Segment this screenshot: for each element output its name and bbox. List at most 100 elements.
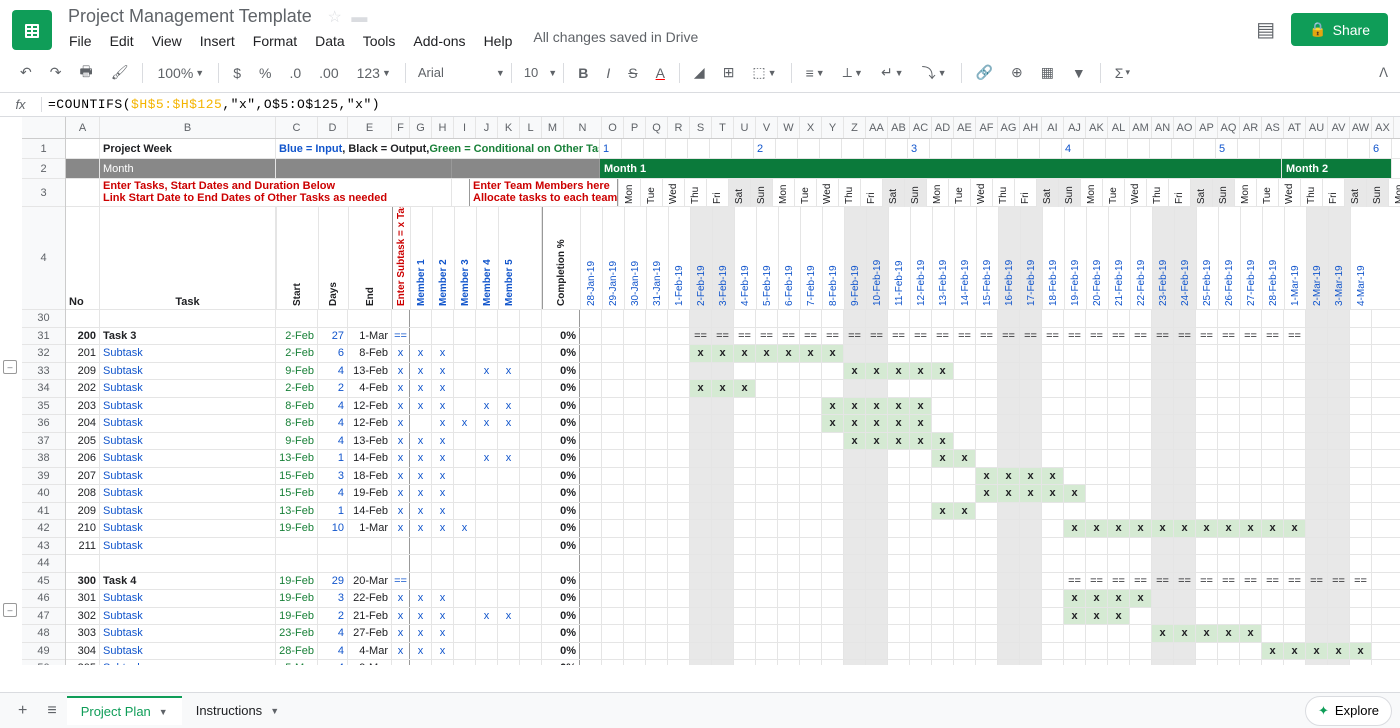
cell[interactable]: x [712, 380, 734, 397]
cell[interactable]: 6 [318, 345, 348, 362]
cell[interactable]: x [910, 363, 932, 380]
cell[interactable]: x [476, 363, 498, 380]
cell[interactable] [1306, 328, 1328, 345]
cell[interactable] [1262, 555, 1284, 572]
col-header[interactable]: V [756, 117, 778, 138]
cell[interactable] [1262, 468, 1284, 485]
cell[interactable] [734, 503, 756, 520]
cell[interactable] [800, 520, 822, 537]
cell[interactable] [1328, 520, 1350, 537]
cell[interactable]: x [498, 415, 520, 432]
cell[interactable]: == [690, 328, 712, 345]
cell[interactable]: 22-Feb [348, 590, 392, 607]
cell[interactable] [1196, 380, 1218, 397]
cell[interactable] [1174, 643, 1196, 660]
cell[interactable]: x [690, 380, 712, 397]
cell[interactable] [646, 398, 668, 415]
cell[interactable] [668, 328, 690, 345]
cell[interactable]: 16-Feb-19 [998, 207, 1020, 309]
cell[interactable] [1042, 643, 1064, 660]
cell[interactable] [1152, 660, 1174, 665]
cell[interactable]: 300 [66, 573, 100, 590]
cell[interactable]: 26-Feb-19 [1218, 207, 1240, 309]
cell[interactable]: 19-Feb-19 [1064, 207, 1086, 309]
cell[interactable]: == [1328, 573, 1350, 590]
cell[interactable]: No [66, 207, 100, 309]
cell[interactable]: 205 [66, 433, 100, 450]
cell[interactable]: Member 3 [454, 207, 476, 309]
cell[interactable]: == [1240, 573, 1262, 590]
cell[interactable] [756, 555, 778, 572]
cell[interactable] [498, 345, 520, 362]
cell[interactable] [1064, 433, 1086, 450]
cell[interactable] [542, 310, 580, 327]
cell[interactable]: Subtask [100, 520, 276, 537]
cell[interactable] [1042, 433, 1064, 450]
cell[interactable] [520, 608, 542, 625]
cell[interactable] [1350, 538, 1372, 555]
cell[interactable] [888, 520, 910, 537]
cell[interactable] [624, 538, 646, 555]
cell[interactable] [498, 380, 520, 397]
cell[interactable]: 208 [66, 485, 100, 502]
cell[interactable] [976, 450, 998, 467]
cell[interactable] [498, 660, 520, 665]
cell[interactable]: End [348, 207, 392, 309]
cell[interactable] [910, 345, 932, 362]
cell[interactable]: Tue [1256, 179, 1278, 207]
cell[interactable] [734, 415, 756, 432]
cell[interactable]: x [432, 345, 454, 362]
cell[interactable]: 27-Feb [348, 625, 392, 642]
cell[interactable] [888, 485, 910, 502]
cell[interactable] [520, 345, 542, 362]
cell[interactable]: Subtask [100, 643, 276, 660]
filter-button[interactable]: ▼ [1064, 59, 1094, 87]
cell[interactable] [800, 450, 822, 467]
cell[interactable] [66, 179, 100, 206]
cell[interactable]: x [392, 345, 410, 362]
col-header[interactable]: Y [822, 117, 844, 138]
cell[interactable] [454, 468, 476, 485]
cell[interactable] [520, 573, 542, 590]
cell[interactable] [734, 608, 756, 625]
cell[interactable] [1196, 555, 1218, 572]
cell[interactable] [1284, 468, 1306, 485]
col-header[interactable]: AD [932, 117, 954, 138]
cell[interactable] [646, 328, 668, 345]
cell[interactable] [1350, 310, 1372, 327]
cell[interactable] [1328, 625, 1350, 642]
cell[interactable]: == [1174, 573, 1196, 590]
cell[interactable]: 303 [66, 625, 100, 642]
cell[interactable]: Subtask [100, 433, 276, 450]
cell[interactable] [1306, 590, 1328, 607]
cell[interactable]: == [1086, 573, 1108, 590]
group-toggle[interactable]: – [3, 603, 17, 617]
cell[interactable] [756, 573, 778, 590]
cell[interactable] [842, 139, 864, 158]
cell[interactable]: 19-Feb [348, 485, 392, 502]
cell[interactable] [1306, 625, 1328, 642]
cell[interactable] [454, 590, 476, 607]
cell[interactable] [1262, 608, 1284, 625]
cell[interactable]: Fri [706, 179, 728, 207]
cell[interactable]: 7-Feb-19 [800, 207, 822, 309]
cell[interactable] [1218, 590, 1240, 607]
cell[interactable]: Days [318, 207, 348, 309]
col-header[interactable]: AN [1152, 117, 1174, 138]
cell[interactable] [866, 625, 888, 642]
cell[interactable] [668, 433, 690, 450]
cell[interactable] [712, 625, 734, 642]
sheet-tab-project-plan[interactable]: Project Plan▼ [67, 696, 182, 725]
cell[interactable] [1196, 415, 1218, 432]
cell[interactable]: Task 4 [100, 573, 276, 590]
row-header[interactable]: 34 [22, 380, 65, 398]
cell[interactable] [844, 573, 866, 590]
cell[interactable] [690, 363, 712, 380]
cell[interactable]: x [498, 398, 520, 415]
cell[interactable]: Tue [794, 179, 816, 207]
cell[interactable] [776, 139, 798, 158]
cell[interactable] [646, 433, 668, 450]
cell[interactable] [800, 503, 822, 520]
cell[interactable]: x [954, 503, 976, 520]
cell[interactable]: x [998, 468, 1020, 485]
